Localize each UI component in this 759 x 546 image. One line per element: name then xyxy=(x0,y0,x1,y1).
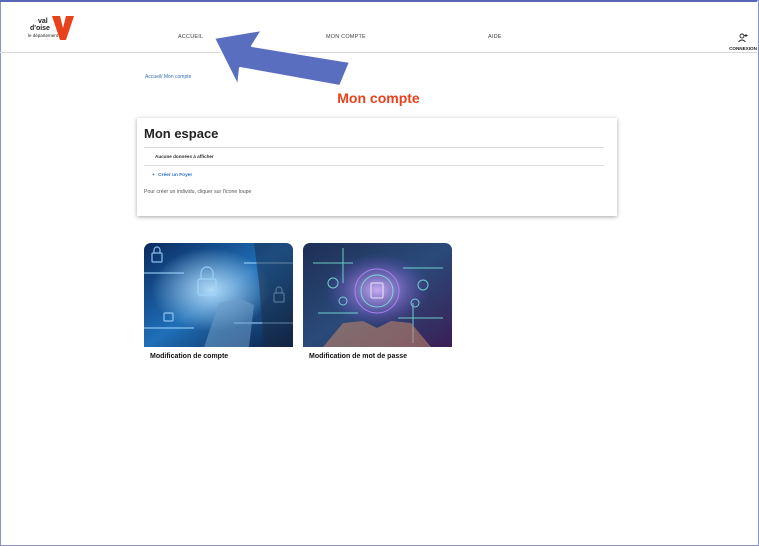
connexion-label: CONNEXION xyxy=(729,46,757,51)
site-header: val d'oise le département ACCUEIL MON CO… xyxy=(0,8,757,53)
user-plus-icon xyxy=(738,33,748,43)
logo-v-icon xyxy=(52,16,74,40)
security-image xyxy=(144,243,293,347)
tile-modification-mot-de-passe[interactable]: Modification de mot de passe xyxy=(303,243,452,360)
hint-text: Pour créer un individu, cliquer sur l'ic… xyxy=(144,189,252,195)
password-image xyxy=(303,243,452,347)
breadcrumb[interactable]: Accueil/ Mon compte xyxy=(145,74,191,80)
create-foyer-link[interactable]: + Créer un Foyer xyxy=(152,173,192,178)
empty-data-message: Aucune données à afficher xyxy=(155,154,214,159)
connexion-button[interactable]: CONNEXION xyxy=(727,30,759,51)
card-title: Mon espace xyxy=(144,126,219,141)
mon-espace-card: Mon espace Aucune données à afficher + C… xyxy=(137,118,617,216)
tile-modification-compte[interactable]: Modification de compte xyxy=(144,243,293,360)
nav-aide[interactable]: AIDE xyxy=(488,34,502,40)
plus-icon: + xyxy=(152,173,155,178)
nav-mon-compte[interactable]: MON COMPTE xyxy=(326,34,366,40)
top-accent-bar xyxy=(0,0,757,2)
page-title: Mon compte xyxy=(337,90,420,106)
logo-text-val: val xyxy=(38,18,48,25)
divider xyxy=(144,165,604,166)
tile-caption: Modification de compte xyxy=(150,353,229,360)
tile-caption: Modification de mot de passe xyxy=(309,353,408,360)
create-foyer-label: Créer un Foyer xyxy=(158,173,193,178)
logo-text-doise: d'oise xyxy=(30,25,50,32)
logo[interactable]: val d'oise le département xyxy=(26,16,74,44)
divider xyxy=(144,147,604,148)
nav-accueil[interactable]: ACCUEIL xyxy=(178,34,203,40)
